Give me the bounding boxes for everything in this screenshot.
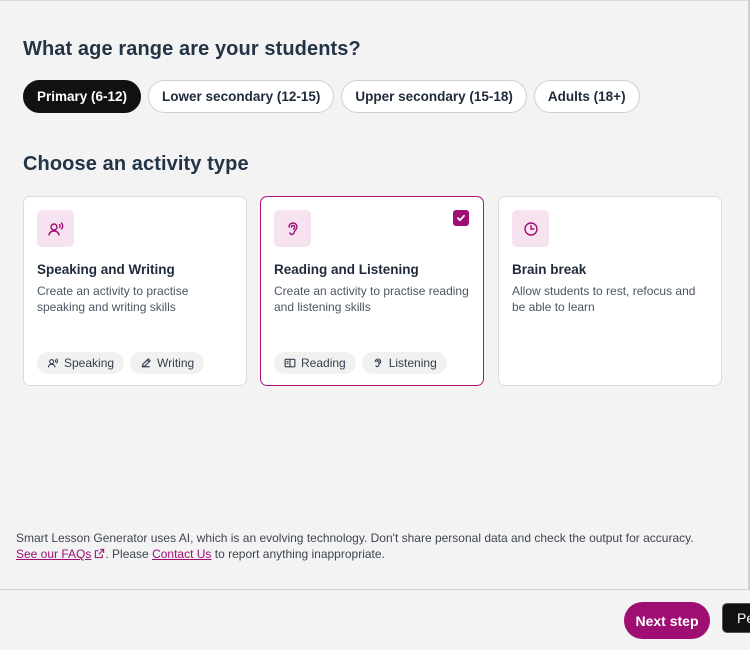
- ear-icon: [374, 358, 381, 368]
- disclaimer-text: . Please: [105, 547, 153, 561]
- speaking-icon: [47, 358, 58, 368]
- activity-type-title: Choose an activity type: [23, 153, 249, 175]
- tag-label: Writing: [157, 356, 195, 370]
- activity-card-reading-listening[interactable]: Reading and Listening Create an activity…: [260, 196, 484, 386]
- disclaimer-text: to report anything inappropriate.: [211, 547, 385, 561]
- activity-card-speaking-writing[interactable]: Speaking and Writing Create an activity …: [23, 196, 247, 386]
- age-option-primary[interactable]: Primary (6-12): [23, 80, 142, 113]
- age-range-options: Primary (6-12) Lower secondary (12-15) U…: [23, 80, 640, 113]
- speaking-icon: [37, 210, 74, 247]
- pencil-icon: [141, 358, 151, 368]
- card-description: Create an activity to practise reading a…: [274, 284, 469, 314]
- tag-label: Listening: [388, 356, 437, 370]
- book-icon: [284, 358, 296, 368]
- tag-speaking: Speaking: [37, 352, 125, 374]
- ai-disclaimer: Smart Lesson Generator uses AI, which is…: [16, 530, 716, 562]
- contact-us-link[interactable]: Contact Us: [152, 547, 211, 561]
- clock-icon: [512, 210, 549, 247]
- faq-link-label: See our FAQs: [16, 547, 92, 561]
- top-divider: [0, 0, 750, 1]
- age-range-title: What age range are your students?: [23, 38, 361, 60]
- card-description: Create an activity to practise speaking …: [37, 284, 189, 314]
- checkmark-icon: [457, 214, 465, 222]
- selected-checkbox[interactable]: [453, 210, 469, 226]
- card-title: Speaking and Writing: [37, 262, 175, 277]
- card-description: Allow students to rest, refocus and be a…: [512, 284, 696, 314]
- external-link-icon: [95, 548, 105, 559]
- tag-reading: Reading: [274, 352, 356, 374]
- disclaimer-text: Smart Lesson Generator uses AI, which is…: [16, 531, 694, 545]
- tag-label: Speaking: [64, 356, 115, 370]
- overflow-button[interactable]: Pe: [722, 603, 750, 633]
- activity-card-brain-break[interactable]: Brain break Allow students to rest, refo…: [498, 196, 722, 386]
- age-option-adults[interactable]: Adults (18+): [533, 80, 640, 113]
- skill-tags: Reading Listening: [274, 352, 447, 374]
- tag-listening: Listening: [361, 352, 447, 374]
- age-option-upper-secondary[interactable]: Upper secondary (15-18): [341, 80, 527, 113]
- age-option-lower-secondary[interactable]: Lower secondary (12-15): [148, 80, 335, 113]
- card-title: Brain break: [512, 262, 587, 277]
- tag-label: Reading: [301, 356, 346, 370]
- card-title: Reading and Listening: [274, 262, 419, 277]
- footer-divider: [0, 589, 750, 590]
- skill-tags: Speaking Writing: [37, 352, 205, 374]
- tag-writing: Writing: [130, 352, 205, 374]
- faq-link[interactable]: See our FAQs: [16, 547, 91, 561]
- next-step-button[interactable]: Next step: [624, 602, 710, 639]
- ear-icon: [274, 210, 311, 247]
